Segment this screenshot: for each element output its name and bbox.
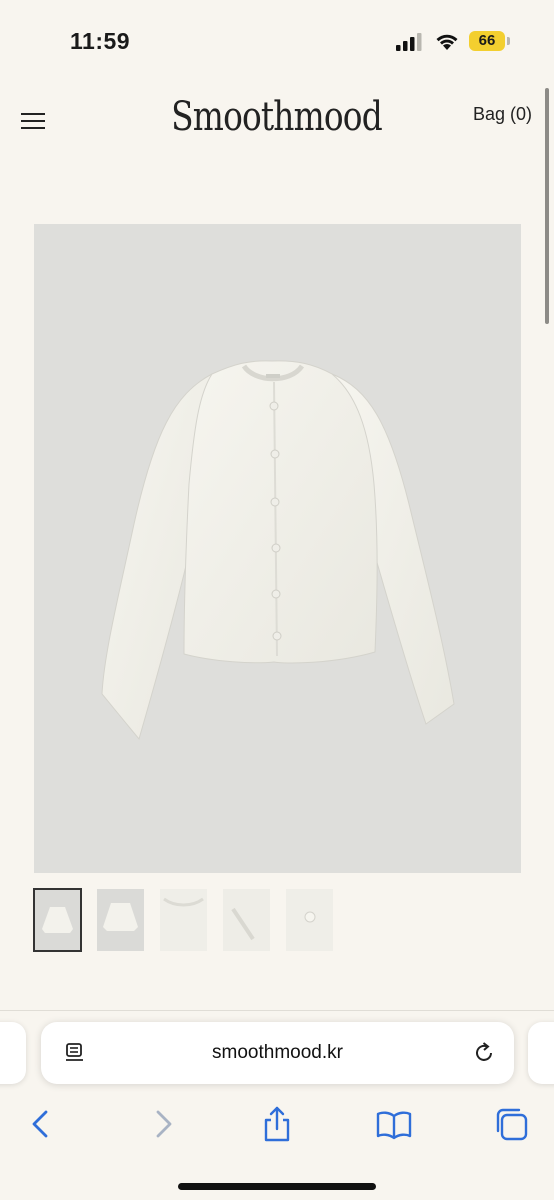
address-bar[interactable]: smoothmood.kr [41,1022,514,1084]
tabs-icon[interactable] [492,1104,532,1144]
product-main-image[interactable] [34,224,521,873]
site-logo[interactable]: Smoothmood [0,94,554,140]
site-header: Smoothmood Bag (0) [0,80,554,170]
wifi-icon [436,34,458,50]
url-text[interactable]: smoothmood.kr [41,1042,514,1064]
thumbnail-front-view[interactable] [33,888,82,952]
reload-icon[interactable] [471,1040,497,1066]
battery-tip [507,37,510,45]
status-bar: 11:59 66 [0,0,554,80]
divider [0,1010,554,1011]
bookmarks-icon[interactable] [374,1104,414,1144]
home-indicator [178,1183,376,1190]
thumbnail-back-view[interactable] [97,889,144,951]
cardigan-illustration [101,360,455,741]
share-icon[interactable] [257,1104,297,1144]
back-icon[interactable] [22,1104,62,1144]
bag-link[interactable]: Bag (0) [473,104,532,125]
battery-indicator: 66 [469,31,505,51]
thumbnail-sleeve-detail[interactable] [223,889,270,951]
thumbnail-collar-detail[interactable] [160,889,207,951]
browser-url-row: smoothmood.kr [0,1012,554,1100]
next-tab-preview[interactable] [528,1022,554,1084]
previous-tab-preview[interactable] [0,1022,26,1084]
status-time: 11:59 [70,28,131,54]
forward-icon[interactable] [142,1104,182,1144]
scroll-indicator [545,88,549,324]
cellular-signal-icon [396,33,422,51]
thumbnail-button-detail[interactable] [286,889,333,951]
logo-text[interactable]: Smoothmood [172,94,384,140]
